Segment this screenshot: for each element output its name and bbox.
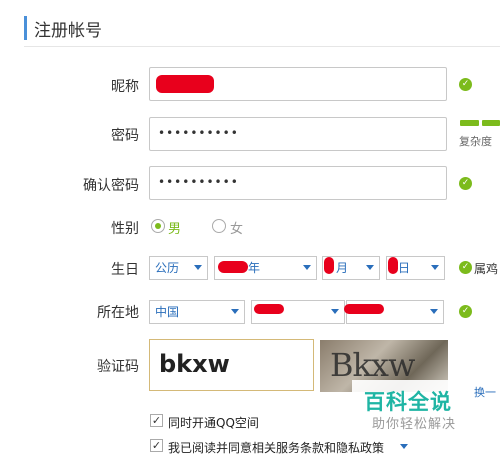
header-accent-bar xyxy=(24,16,27,40)
redacted-year xyxy=(218,261,248,273)
agree-label[interactable]: 我已阅读并同意相关服务条款和隐私政策 xyxy=(168,439,384,456)
qzone-checkbox[interactable]: ✓ xyxy=(150,414,163,427)
gender-male-radio[interactable] xyxy=(151,219,165,233)
redacted-day xyxy=(388,257,398,274)
gender-male-label[interactable]: 男 xyxy=(168,218,181,237)
agree-checkbox[interactable]: ✓ xyxy=(150,439,163,452)
country-select[interactable]: 中国 xyxy=(149,300,245,324)
nickname-ok-icon: ✓ xyxy=(459,78,472,91)
chevron-down-icon xyxy=(430,309,438,314)
chevron-down-icon xyxy=(231,309,239,314)
chevron-down-icon xyxy=(303,265,311,270)
nickname-label: 昵称 xyxy=(111,79,139,95)
redacted-month xyxy=(324,257,334,274)
password-label: 密码 xyxy=(111,128,139,144)
section-header: 注册帐号 xyxy=(24,10,500,47)
redacted-nickname xyxy=(156,75,214,93)
year-suffix: 年 xyxy=(248,261,261,275)
password-strength-text: 复杂度 xyxy=(459,135,492,148)
chevron-down-icon xyxy=(366,265,374,270)
qzone-label[interactable]: 同时开通QQ空间 xyxy=(168,414,259,431)
location-ok-icon: ✓ xyxy=(459,305,472,318)
birthday-ok-icon: ✓ xyxy=(459,261,472,274)
calendar-value: 公历 xyxy=(155,261,180,275)
day-suffix: 日 xyxy=(398,261,411,275)
agree-chevron-icon[interactable] xyxy=(400,444,408,449)
password-input[interactable]: •••••••••• xyxy=(149,117,447,151)
captcha-image-text: Bkxw xyxy=(330,346,415,384)
strength-bar-1 xyxy=(460,120,479,126)
birthday-label: 生日 xyxy=(111,262,139,278)
confirm-ok-icon: ✓ xyxy=(459,177,472,190)
watermark-box: 百科全说 助你轻松解决 xyxy=(352,380,464,440)
zodiac-note: 属鸡 xyxy=(474,262,499,276)
location-label: 所在地 xyxy=(97,305,139,321)
strength-bar-2 xyxy=(482,120,500,126)
gender-female-label[interactable]: 女 xyxy=(230,218,243,237)
page-title: 注册帐号 xyxy=(34,21,102,41)
captcha-refresh-link[interactable]: 换一 xyxy=(474,384,496,400)
captcha-label: 验证码 xyxy=(97,359,139,375)
redacted-province xyxy=(254,304,284,314)
watermark-title: 百科全说 xyxy=(364,390,452,414)
confirm-password-label: 确认密码 xyxy=(83,178,139,194)
country-value: 中国 xyxy=(155,305,180,319)
redacted-city xyxy=(344,304,384,314)
month-suffix: 月 xyxy=(336,261,349,275)
chevron-down-icon xyxy=(431,265,439,270)
calendar-select[interactable]: 公历 xyxy=(149,256,208,280)
captcha-input[interactable]: bkxw xyxy=(149,339,314,391)
confirm-password-input[interactable]: •••••••••• xyxy=(149,166,447,200)
chevron-down-icon xyxy=(194,265,202,270)
gender-female-radio[interactable] xyxy=(212,219,226,233)
watermark-subtitle: 助你轻松解决 xyxy=(372,417,457,432)
chevron-down-icon xyxy=(331,309,339,314)
gender-label: 性别 xyxy=(111,221,139,237)
